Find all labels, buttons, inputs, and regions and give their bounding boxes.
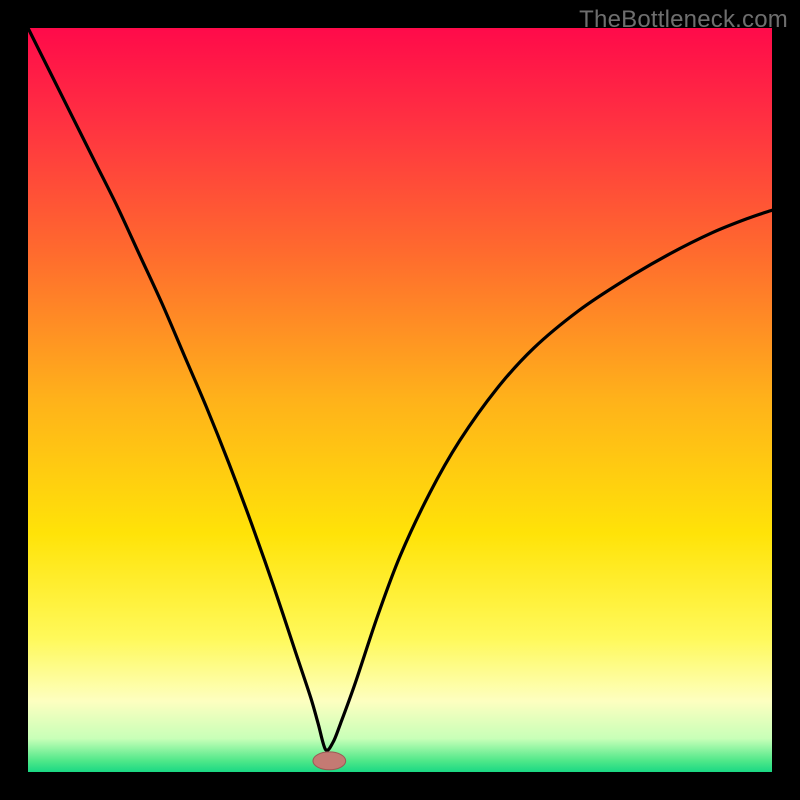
- plot-area: [28, 28, 772, 772]
- watermark-text: TheBottleneck.com: [579, 6, 788, 34]
- optimum-marker: [313, 752, 346, 770]
- bottleneck-chart: TheBottleneck.com: [0, 0, 800, 800]
- chart-svg: [0, 0, 800, 800]
